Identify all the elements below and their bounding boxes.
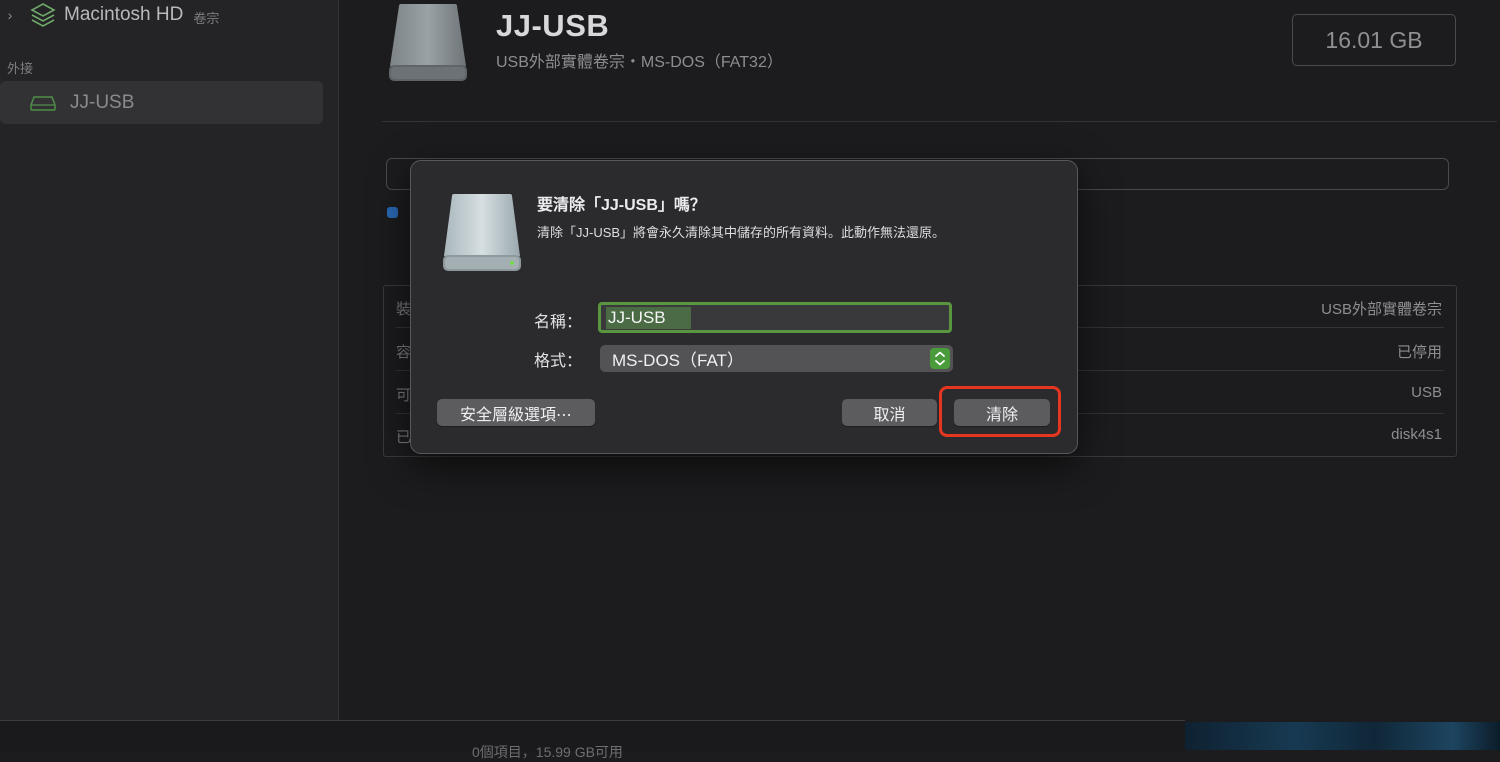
chevron-up-down-icon[interactable] xyxy=(930,348,950,369)
desktop-wallpaper xyxy=(1185,722,1500,750)
sidebar-item-jj-usb[interactable]: JJ-USB xyxy=(0,81,323,124)
dialog-message: 清除「JJ-USB」將會永久清除其中儲存的所有資料。此動作無法還原。 xyxy=(537,225,946,240)
external-drive-icon xyxy=(443,194,521,271)
format-select[interactable]: MS-DOS（FAT） xyxy=(600,345,953,372)
row-key: 已 xyxy=(396,429,412,446)
status-text: 0個項目，15.99 GB可用 xyxy=(472,744,623,760)
row-key: 可 xyxy=(396,387,412,404)
row-value: USB外部實體卷宗 xyxy=(1321,301,1442,318)
name-input[interactable] xyxy=(606,306,691,329)
sidebar-item-macintosh-hd[interactable]: › Macintosh HD 卷宗 xyxy=(0,0,219,30)
name-field[interactable] xyxy=(598,302,952,333)
volume-description: USB外部實體卷宗・MS-DOS（FAT32） xyxy=(496,54,783,71)
name-label: 名稱： xyxy=(534,314,583,331)
page-title: JJ-USB xyxy=(496,8,610,43)
row-value: disk4s1 xyxy=(1391,426,1442,443)
sidebar: › Macintosh HD 卷宗 外接 JJ-USB xyxy=(0,0,339,720)
sidebar-item-label: Macintosh HD xyxy=(64,4,184,25)
format-selected-value: MS-DOS（FAT） xyxy=(612,351,744,370)
cancel-button[interactable]: 取消 xyxy=(842,399,937,426)
external-drive-icon xyxy=(30,95,56,111)
format-label: 格式： xyxy=(534,353,583,370)
dialog-title: 要清除「JJ-USB」嗎？ xyxy=(537,197,706,214)
sidebar-item-label: JJ-USB xyxy=(70,91,135,113)
usage-legend-swatch xyxy=(387,207,398,218)
row-value: USB xyxy=(1411,384,1442,401)
sidebar-item-subtitle: 卷宗 xyxy=(193,10,220,26)
erase-button-highlight xyxy=(939,386,1061,437)
row-key: 裝 xyxy=(396,301,412,318)
external-drive-icon xyxy=(389,4,467,81)
row-key: 容 xyxy=(396,344,412,361)
chevron-right-icon[interactable]: › xyxy=(0,7,20,23)
security-options-button[interactable]: 安全層級選項⋯ xyxy=(437,399,595,426)
row-value: 已停用 xyxy=(1396,344,1442,361)
divider xyxy=(382,121,1497,122)
layers-icon xyxy=(30,3,56,27)
capacity-badge: 16.01 GB xyxy=(1292,14,1456,66)
sidebar-section-external: 外接 xyxy=(7,61,34,76)
